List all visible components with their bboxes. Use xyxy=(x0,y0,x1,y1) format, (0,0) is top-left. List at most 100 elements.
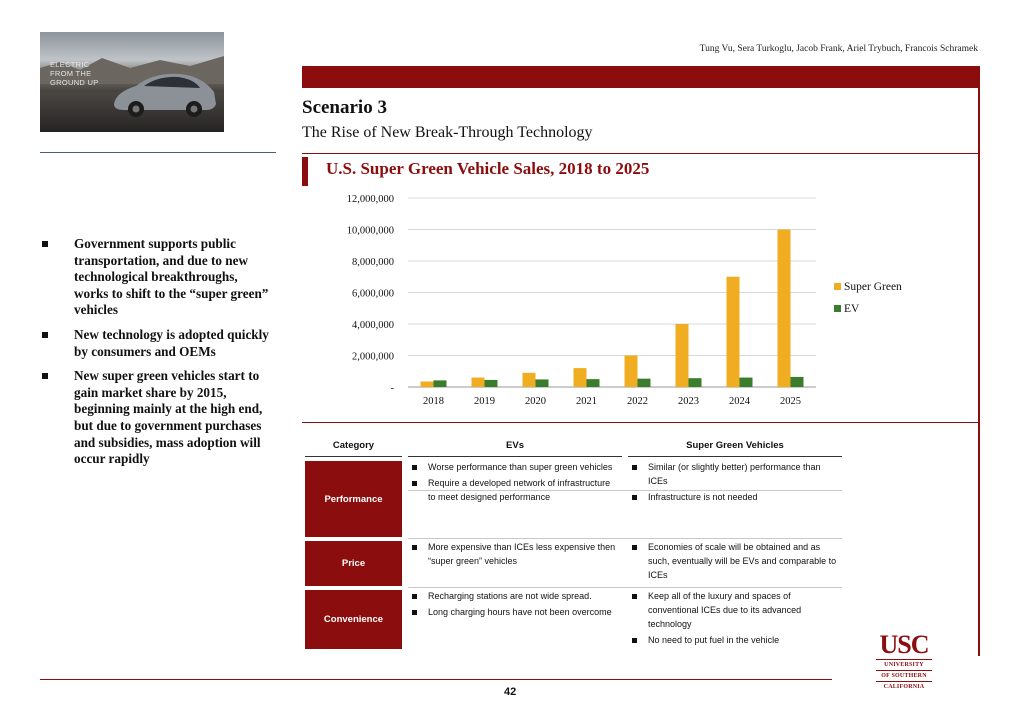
y-tick-label: 4,000,000 xyxy=(352,320,394,331)
cell-item: Long charging hours have not been overco… xyxy=(408,605,620,619)
row-divider xyxy=(408,538,842,539)
table-header-rule xyxy=(408,456,622,457)
right-border-line xyxy=(978,66,980,656)
usc-logo: USC UNIVERSITY OF SOUTHERN CALIFORNIA xyxy=(876,631,932,692)
cell-item: Worse performance than super green vehic… xyxy=(408,460,620,474)
table-header-category: Category xyxy=(332,440,375,451)
header-banner xyxy=(302,66,978,88)
cell-item: Economies of scale will be obtained and … xyxy=(628,540,840,582)
sales-bar-chart: - 2,000,000 4,000,000 6,000,000 8,000,000 10,… xyxy=(347,194,902,407)
usc-logo-line: OF SOUTHERN xyxy=(876,671,932,682)
table-cell: Economies of scale will be obtained and … xyxy=(628,540,840,584)
bar-super-green xyxy=(573,368,587,387)
bar-super-green xyxy=(726,276,740,387)
row-header-convenience: Convenience xyxy=(305,589,402,649)
cell-item: Keep all of the luxury and spaces of con… xyxy=(628,589,840,631)
table-cell: Similar (or slightly better) performance… xyxy=(628,460,840,506)
table-divider xyxy=(302,422,978,423)
footer-line xyxy=(40,679,832,680)
cell-item: No need to put fuel in the vehicle xyxy=(628,633,840,647)
bar-ev xyxy=(586,379,600,387)
cell-item: Recharging stations are not wide spread. xyxy=(408,589,620,603)
x-tick-label: 2018 xyxy=(423,396,444,407)
bullet-square-icon xyxy=(42,373,48,380)
bullet-square-icon xyxy=(632,638,637,643)
bullet-square-icon xyxy=(412,465,417,470)
legend-label: Super Green xyxy=(844,281,902,293)
x-tick-label: 2025 xyxy=(780,396,801,407)
cell-item: More expensive than ICEs less expensive … xyxy=(408,540,620,568)
bullet-list: Government supports public transportatio… xyxy=(40,236,270,476)
page-number: 42 xyxy=(504,686,517,698)
chart-title-accent xyxy=(302,157,308,186)
electric-car-photo: ELECTRIC FROM THE GROUND UP xyxy=(40,32,224,132)
bar-ev xyxy=(637,378,651,387)
bar-super-green xyxy=(522,372,536,387)
y-tick-label: 6,000,000 xyxy=(352,289,394,300)
legend-label: EV xyxy=(844,303,860,315)
table-header-rule xyxy=(305,456,402,457)
bar-super-green xyxy=(675,324,689,387)
bullet-square-icon xyxy=(632,465,637,470)
usc-logo-abbr: USC xyxy=(876,631,932,660)
bar-super-green xyxy=(471,377,485,387)
table-header-evs: EVs xyxy=(506,440,524,451)
legend-swatch xyxy=(834,283,841,290)
left-divider xyxy=(40,152,276,153)
row-header-price: Price xyxy=(305,540,402,586)
row-subdivider xyxy=(408,490,842,491)
bar-ev xyxy=(484,379,498,387)
row-header-performance: Performance xyxy=(305,460,402,537)
bullet-item: New technology is adopted quickly by con… xyxy=(40,327,270,360)
bar-super-green xyxy=(777,229,791,387)
cell-item: Infrastructure is not needed xyxy=(628,490,840,504)
car-graphic xyxy=(114,73,216,117)
table-header-rule xyxy=(628,456,842,457)
x-tick-label: 2022 xyxy=(627,396,648,407)
usc-logo-line: UNIVERSITY xyxy=(876,660,932,671)
bullet-item: Government supports public transportatio… xyxy=(40,236,270,319)
slide-title: Scenario 3 xyxy=(302,97,387,118)
bullet-square-icon xyxy=(412,481,417,486)
bullet-square-icon xyxy=(632,545,637,550)
x-tick-label: 2020 xyxy=(525,396,546,407)
x-tick-label: 2024 xyxy=(729,396,751,407)
bullet-square-icon xyxy=(42,241,48,247)
bullet-item: New super green vehicles start to gain m… xyxy=(40,368,270,468)
cell-item: Similar (or slightly better) performance… xyxy=(628,460,840,488)
table-header-super-green: Super Green Vehicles xyxy=(686,440,784,451)
bar-ev xyxy=(433,380,447,387)
table-cell: Keep all of the luxury and spaces of con… xyxy=(628,589,840,649)
chart-title: U.S. Super Green Vehicle Sales, 2018 to … xyxy=(326,159,650,178)
table-cell: Recharging stations are not wide spread.… xyxy=(408,589,620,621)
slide-subtitle: The Rise of New Break-Through Technology xyxy=(302,124,593,141)
x-tick-label: 2019 xyxy=(474,396,495,407)
bar-super-green xyxy=(624,355,638,387)
bar-ev xyxy=(790,376,804,387)
table-cell: More expensive than ICEs less expensive … xyxy=(408,540,620,570)
bullet-square-icon xyxy=(412,610,417,615)
bar-super-green xyxy=(420,381,434,387)
y-tick-label: 10,000,000 xyxy=(347,226,394,237)
x-tick-label: 2021 xyxy=(576,396,597,407)
x-tick-label: 2023 xyxy=(678,396,699,407)
authors-line: Tung Vu, Sera Turkoglu, Jacob Frank, Ari… xyxy=(699,44,978,54)
bullet-square-icon xyxy=(412,594,417,599)
y-tick-label: 12,000,000 xyxy=(347,194,394,205)
table-cell: Worse performance than super green vehic… xyxy=(408,460,620,506)
bullet-square-icon xyxy=(632,594,637,599)
bullet-square-icon xyxy=(412,545,417,550)
photo-tagline: ELECTRIC FROM THE GROUND UP xyxy=(50,60,99,87)
bar-ev xyxy=(688,378,702,387)
row-divider xyxy=(408,587,842,588)
bullet-square-icon xyxy=(42,331,48,338)
title-divider xyxy=(302,153,978,154)
bar-ev xyxy=(535,379,549,387)
y-tick-label: 8,000,000 xyxy=(352,257,394,268)
y-tick-label: - xyxy=(391,383,395,394)
bullet-square-icon xyxy=(632,495,637,500)
bar-ev xyxy=(739,377,753,387)
usc-logo-line: CALIFORNIA xyxy=(883,684,925,690)
y-tick-label: 2,000,000 xyxy=(352,352,394,363)
legend-swatch xyxy=(834,305,841,312)
